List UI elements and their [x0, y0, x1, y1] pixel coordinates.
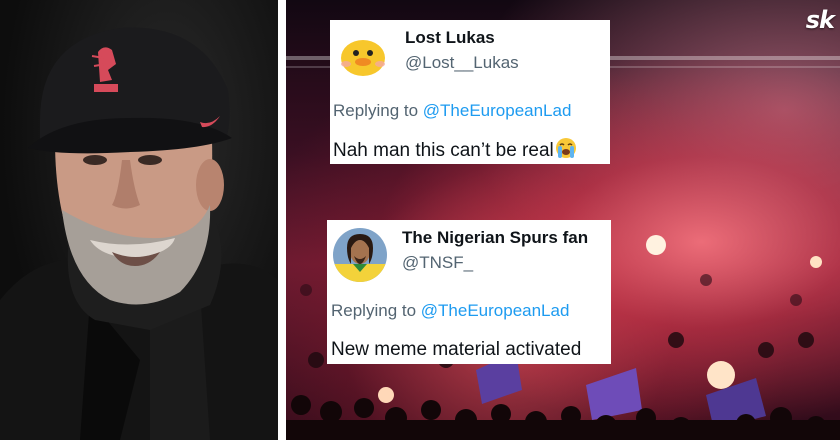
manager-portrait-illustration: [0, 27, 278, 440]
display-name[interactable]: The Nigerian Spurs fan: [402, 228, 588, 248]
footballer-avatar[interactable]: [333, 228, 387, 282]
tweet-text: New meme material activated: [331, 339, 582, 360]
tweet-text: Nah man this can’t be real: [333, 137, 577, 165]
tweet-card-lost-lukas: Lost Lukas @Lost__Lukas Replying to @The…: [330, 20, 610, 164]
display-name[interactable]: Lost Lukas: [405, 28, 495, 48]
replying-to-line: Replying to @TheEuropeanLad: [333, 101, 571, 121]
user-handle[interactable]: @TNSF_: [402, 253, 473, 273]
tweet-text-content: Nah man this can’t be real: [333, 140, 554, 161]
duck-avatar[interactable]: [336, 28, 390, 82]
mention-link[interactable]: @TheEuropeanLad: [421, 301, 570, 320]
replying-prefix: Replying to: [333, 101, 423, 120]
tweet-card-nigerian-spurs-fan: The Nigerian Spurs fan @TNSF_ Replying t…: [327, 220, 611, 364]
mention-link[interactable]: @TheEuropeanLad: [423, 101, 572, 120]
replying-prefix: Replying to: [331, 301, 421, 320]
manager-portrait-photo: [0, 0, 278, 440]
sportskeeda-logo: sk: [805, 6, 835, 34]
replying-to-line: Replying to @TheEuropeanLad: [331, 301, 569, 321]
panel-divider: [278, 0, 286, 440]
crying-face-icon: [555, 137, 577, 165]
user-handle[interactable]: @Lost__Lukas: [405, 53, 519, 73]
